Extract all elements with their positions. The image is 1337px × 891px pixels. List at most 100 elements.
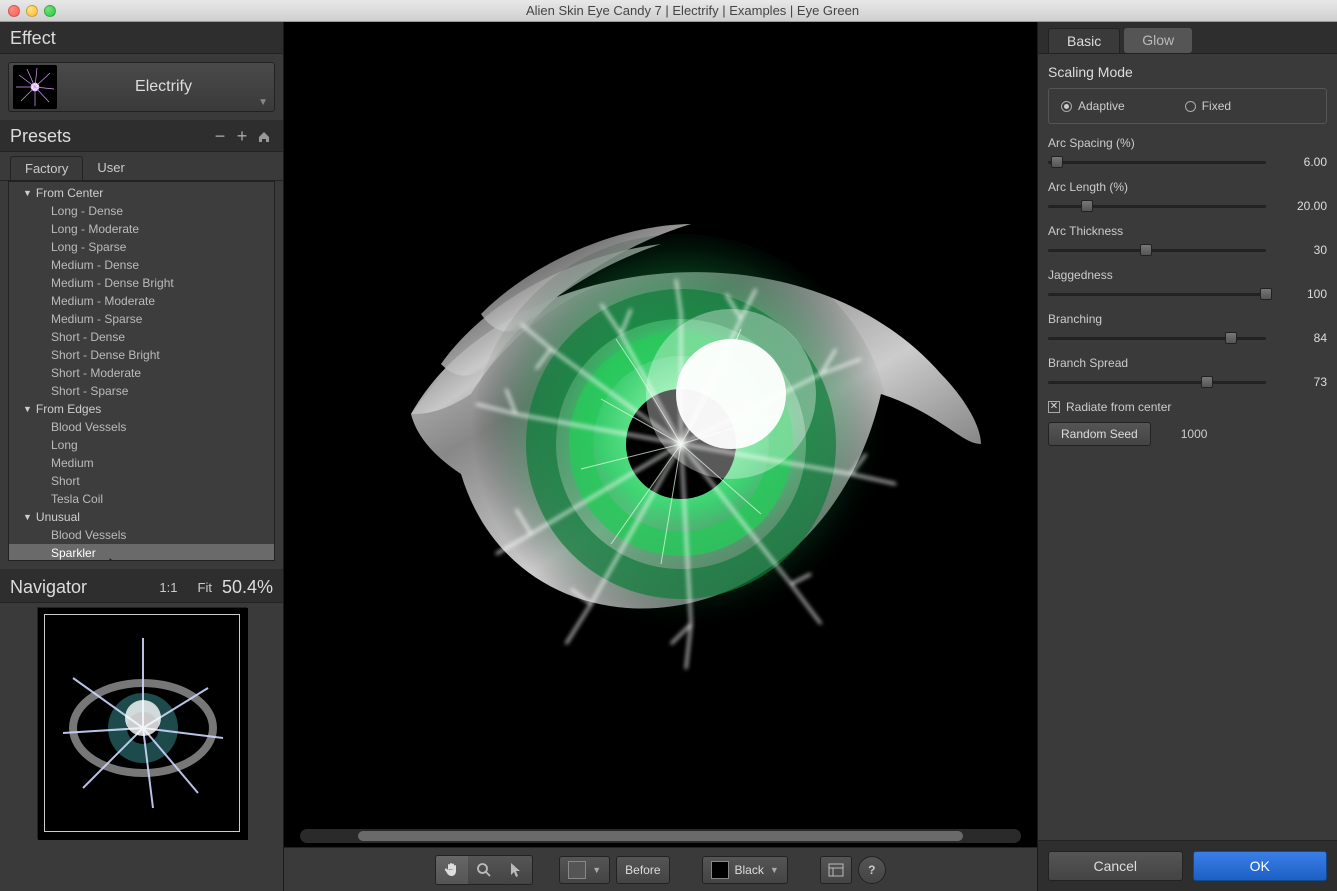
radiate-checkbox[interactable]: ✕ Radiate from center	[1048, 400, 1327, 414]
radio-adaptive[interactable]: Adaptive	[1061, 99, 1125, 113]
radiate-label: Radiate from center	[1066, 400, 1171, 414]
preset-item[interactable]: Blood Vessels	[9, 418, 274, 436]
disclosure-triangle-icon: ▼	[23, 512, 32, 522]
preset-item[interactable]: Short - Moderate	[9, 364, 274, 382]
preset-group-label: From Edges	[36, 402, 101, 416]
slider-value[interactable]: 84	[1314, 331, 1327, 345]
slider-handle[interactable]	[1081, 200, 1093, 212]
chevron-down-icon: ▼	[770, 865, 779, 875]
slider-value[interactable]: 73	[1314, 375, 1327, 389]
dialog-buttons: Cancel OK	[1038, 840, 1337, 891]
swatch-icon	[568, 861, 586, 879]
presets-header-label: Presets	[10, 126, 71, 147]
preset-item[interactable]: Long - Moderate	[9, 220, 274, 238]
preset-item[interactable]: Medium - Sparse	[9, 310, 274, 328]
preset-item[interactable]: Short - Dense Bright	[9, 346, 274, 364]
slider-value[interactable]: 30	[1314, 243, 1327, 257]
slider-track[interactable]: 20.00	[1048, 198, 1327, 214]
slider-handle[interactable]	[1260, 288, 1272, 300]
slider-track[interactable]: 100	[1048, 286, 1327, 302]
tab-basic[interactable]: Basic	[1048, 28, 1120, 53]
tab-factory[interactable]: Factory	[10, 156, 83, 180]
preset-item[interactable]: Sparkler	[9, 544, 274, 561]
hand-tool-button[interactable]	[436, 856, 468, 884]
slider-jaggedness: Jaggedness 100	[1048, 268, 1327, 302]
zoom-1to1-button[interactable]: 1:1	[159, 580, 177, 595]
swatch-icon	[711, 861, 729, 879]
slider-value[interactable]: 100	[1307, 287, 1327, 301]
preset-item[interactable]: Medium - Dense Bright	[9, 274, 274, 292]
background-color-button[interactable]: Black ▼	[702, 856, 788, 884]
slider-value[interactable]: 6.00	[1304, 155, 1327, 169]
pointer-tool-button[interactable]	[500, 856, 532, 884]
radio-adaptive-label: Adaptive	[1078, 99, 1125, 113]
ok-button[interactable]: OK	[1193, 851, 1328, 881]
add-preset-button[interactable]: +	[233, 128, 251, 146]
help-button[interactable]: ?	[858, 856, 886, 884]
home-preset-button[interactable]	[255, 128, 273, 146]
preset-group[interactable]: ▼From Edges	[9, 400, 274, 418]
before-toggle-button[interactable]: Before	[616, 856, 669, 884]
slider-value[interactable]: 20.00	[1297, 199, 1327, 213]
preset-item[interactable]: Medium	[9, 454, 274, 472]
preset-group-label: From Center	[36, 186, 103, 200]
slider-label: Arc Thickness	[1048, 224, 1123, 238]
preset-item[interactable]: Medium - Moderate	[9, 292, 274, 310]
preset-item[interactable]: Long - Dense	[9, 202, 274, 220]
tab-user[interactable]: User	[83, 156, 138, 180]
minimize-window-button[interactable]	[26, 5, 38, 17]
scrollbar-thumb[interactable]	[358, 831, 964, 841]
horizontal-scrollbar[interactable]	[300, 829, 1021, 843]
panel-toggle-button[interactable]	[820, 856, 852, 884]
close-window-button[interactable]	[8, 5, 20, 17]
preset-item[interactable]: Short - Sparse	[9, 382, 274, 400]
zoom-fit-button[interactable]: Fit	[198, 580, 212, 595]
slider-track[interactable]: 84	[1048, 330, 1327, 346]
presets-header: Presets − +	[0, 120, 283, 152]
slider-label: Jaggedness	[1048, 268, 1113, 282]
preset-item[interactable]: Short	[9, 472, 274, 490]
zoom-window-button[interactable]	[44, 5, 56, 17]
cancel-label: Cancel	[1093, 858, 1137, 874]
slider-track[interactable]: 73	[1048, 374, 1327, 390]
preset-tabs: Factory User	[0, 152, 283, 181]
navigator-viewport-frame[interactable]	[44, 614, 240, 832]
preview-canvas[interactable]	[284, 22, 1037, 825]
zoom-select[interactable]: 50.4%	[222, 577, 273, 598]
tab-glow[interactable]: Glow	[1124, 28, 1192, 53]
remove-preset-button[interactable]: −	[211, 128, 229, 146]
effect-selector[interactable]: Electrify ▼	[8, 62, 275, 112]
zoom-value: 50.4%	[222, 577, 273, 597]
preset-group[interactable]: ▼ From Center	[9, 184, 274, 202]
slider-track[interactable]: 30	[1048, 242, 1327, 258]
preset-item[interactable]: Tesla Coil	[9, 490, 274, 508]
preset-list[interactable]: ▼From CenterLong - DenseLong - ModerateL…	[8, 181, 275, 561]
random-seed-button[interactable]: Random Seed	[1048, 422, 1151, 446]
seed-value[interactable]: 1000	[1181, 427, 1208, 441]
radio-dot-icon	[1185, 101, 1196, 112]
slider-handle[interactable]	[1051, 156, 1063, 168]
slider-handle[interactable]	[1201, 376, 1213, 388]
slider-handle[interactable]	[1140, 244, 1152, 256]
navigator-preview[interactable]	[37, 607, 247, 839]
cancel-button[interactable]: Cancel	[1048, 851, 1183, 881]
slider-handle[interactable]	[1225, 332, 1237, 344]
preset-item[interactable]: Short - Dense	[9, 328, 274, 346]
preset-group[interactable]: ▼Unusual	[9, 508, 274, 526]
navigator-header-label: Navigator	[10, 577, 87, 598]
ok-label: OK	[1250, 858, 1270, 874]
disclosure-triangle-icon: ▼	[23, 188, 32, 198]
scaling-mode-group: Adaptive Fixed	[1048, 88, 1327, 124]
preset-item[interactable]: Blood Vessels	[9, 526, 274, 544]
foreground-swatch-button[interactable]: ▼	[559, 856, 610, 884]
slider-track[interactable]: 6.00	[1048, 154, 1327, 170]
navigator-header: Navigator 1:1 Fit 50.4%	[0, 569, 283, 603]
preset-item[interactable]: Medium - Dense	[9, 256, 274, 274]
preset-item[interactable]: Long	[9, 436, 274, 454]
radio-dot-icon	[1061, 101, 1072, 112]
settings-content: Scaling Mode Adaptive Fixed Arc Spacing …	[1038, 54, 1337, 840]
checkbox-icon: ✕	[1048, 401, 1060, 413]
zoom-tool-button[interactable]	[468, 856, 500, 884]
preset-item[interactable]: Long - Sparse	[9, 238, 274, 256]
radio-fixed[interactable]: Fixed	[1185, 99, 1231, 113]
